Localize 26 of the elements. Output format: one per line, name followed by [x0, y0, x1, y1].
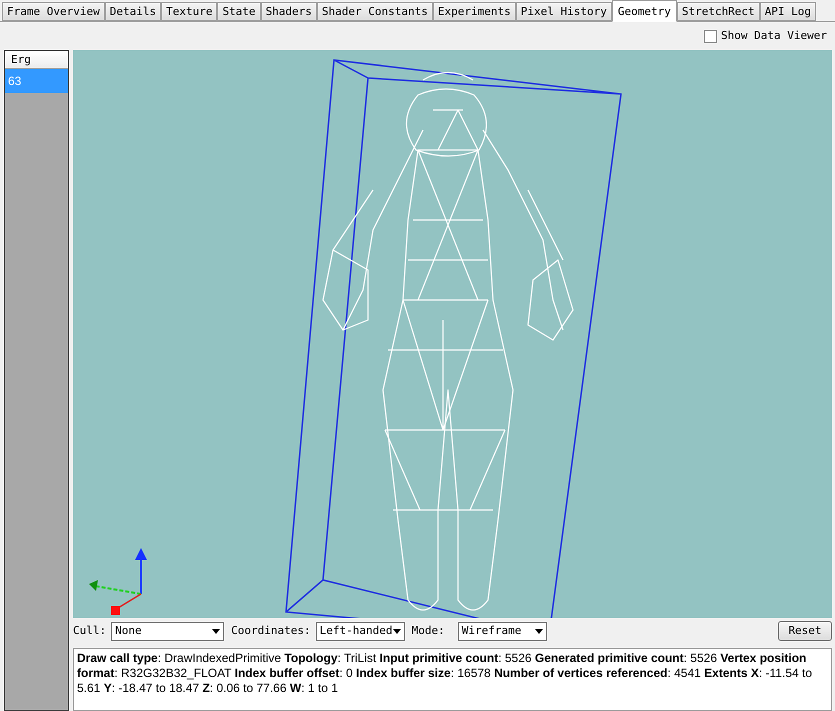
tab[interactable]: Shader Constants	[316, 2, 433, 21]
mode-label: Mode:	[412, 622, 445, 639]
show-data-viewer-checkbox[interactable]	[704, 30, 718, 42]
tab[interactable]: Texture	[161, 2, 218, 21]
cull-label: Cull:	[73, 622, 106, 639]
tab[interactable]: State	[217, 2, 261, 21]
caret-icon	[392, 628, 401, 634]
axis-gizmo-drawing	[89, 548, 147, 615]
mode-dropdown[interactable]: Wireframe	[458, 622, 547, 640]
caret-icon	[534, 628, 543, 634]
tab[interactable]: Pixel History	[516, 2, 612, 21]
tab[interactable]: Experiments	[432, 2, 516, 21]
draw-call-info-text: Draw call type: DrawIndexedPrimitive Topology: TriList Input primitive count: 5526 Generated primitive count: 5526 Vertex position format: R32G32B32_FLOAT Index buffer offset: 0 Index buffer size: 16578 Number of vertices referenced: 4541 Extents X: -11.54 to 5.61 Y: -18.47 to 18.47 Z: 0.06 to 77.66 W: 1 to 1	[77, 651, 814, 696]
coordinates-label: Coordinates:	[231, 622, 311, 639]
tab[interactable]: StretchRect	[676, 2, 760, 21]
show-data-viewer-label: Show Data Viewer	[721, 28, 827, 44]
coordinates-dropdown[interactable]: Left-handed	[316, 622, 405, 640]
reset-button[interactable]: Reset	[778, 621, 832, 641]
list-header[interactable]: Erg	[5, 51, 68, 69]
tab[interactable]: Shaders	[260, 2, 317, 21]
cull-dropdown[interactable]: None	[111, 622, 224, 640]
tab[interactable]: Geometry	[612, 0, 677, 22]
caret-icon	[212, 628, 220, 634]
tab[interactable]: Details	[104, 2, 162, 21]
tab[interactable]: API Log	[760, 2, 816, 21]
tab[interactable]: Frame Overview	[2, 2, 105, 21]
